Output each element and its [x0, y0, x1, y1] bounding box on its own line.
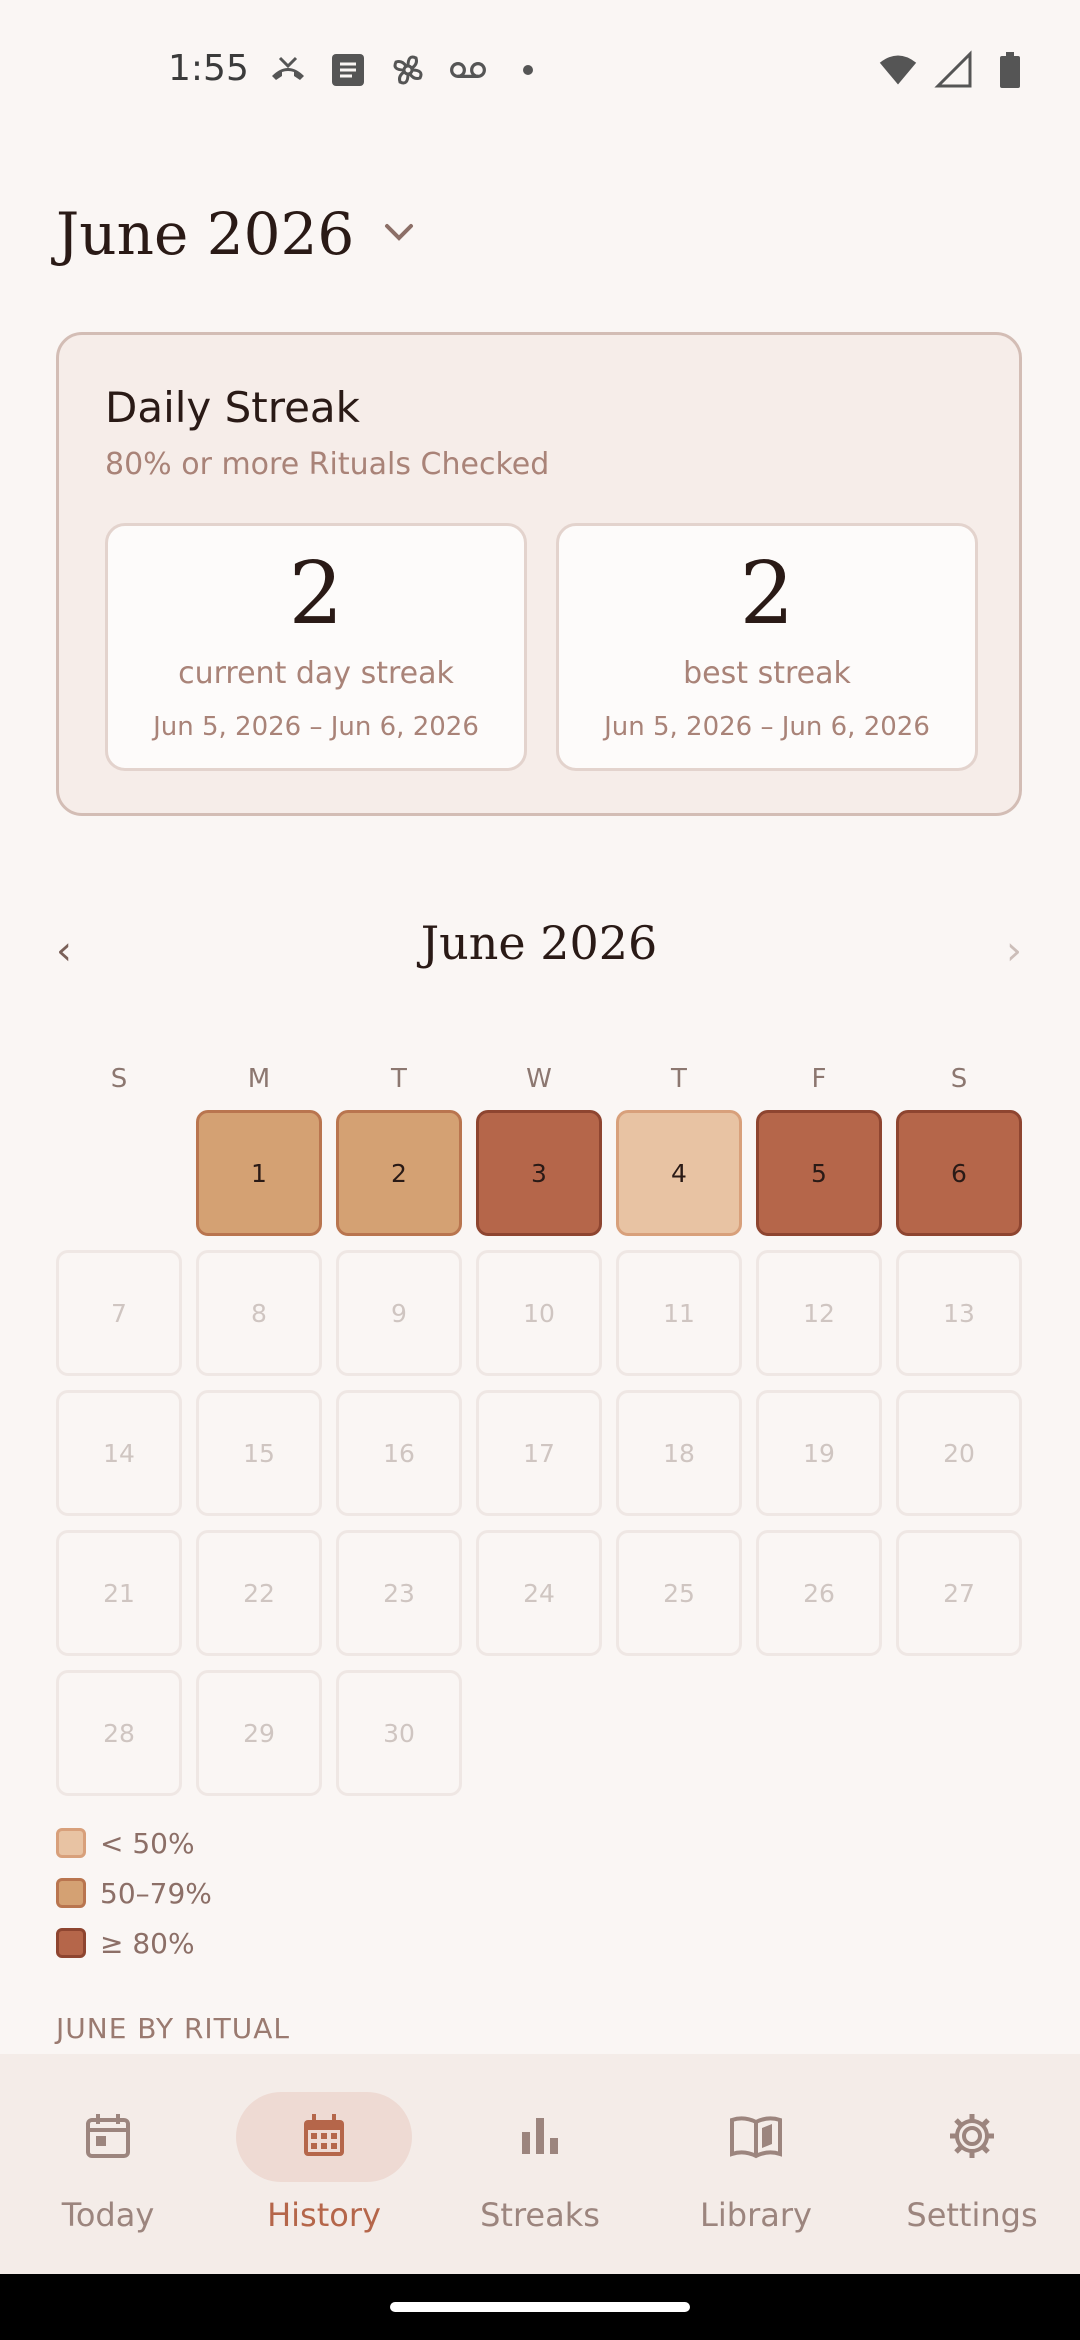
weekday-label: S — [110, 1064, 128, 1094]
nav-label: Library — [700, 2196, 812, 2234]
calendar-nav: ‹ June 2026 › — [56, 910, 1022, 990]
nav-label: Settings — [906, 2196, 1038, 2234]
legend: < 50% 50–79% ≥ 80% — [56, 1818, 212, 1968]
bottom-nav: Today History Streaks Library Settings — [0, 2054, 1080, 2274]
status-bar: 1:55 — [0, 0, 1080, 140]
calendar-day[interactable]: 3 — [476, 1110, 602, 1236]
signal-icon — [934, 50, 974, 90]
legend-item: < 50% — [56, 1818, 212, 1868]
calendar-day[interactable]: 23 — [336, 1530, 462, 1656]
nav-today[interactable]: Today — [0, 2054, 216, 2274]
home-handle[interactable] — [390, 2302, 690, 2312]
calendar-day[interactable]: 25 — [616, 1530, 742, 1656]
book-icon — [648, 2110, 864, 2162]
calendar-day[interactable]: 10 — [476, 1250, 602, 1376]
legend-label: < 50% — [100, 1826, 195, 1860]
calendar-month-icon — [216, 2110, 432, 2162]
best-streak-value: 2 — [739, 544, 795, 644]
streak-title: Daily Streak — [105, 383, 360, 432]
calendar-day[interactable]: 28 — [56, 1670, 182, 1796]
status-time: 1:55 — [168, 48, 249, 89]
month-selector[interactable]: June 2026 — [56, 200, 416, 268]
streak-subtitle: 80% or more Rituals Checked — [105, 447, 550, 482]
weekday-label: M — [247, 1064, 271, 1094]
calendar-day[interactable]: 18 — [616, 1390, 742, 1516]
calendar-day[interactable]: 1 — [196, 1110, 322, 1236]
nav-label: Streaks — [480, 2196, 600, 2234]
weekday-label: S — [950, 1064, 968, 1094]
nav-library[interactable]: Library — [648, 2054, 864, 2274]
calendar-day[interactable]: 16 — [336, 1390, 462, 1516]
nav-history[interactable]: History — [216, 2054, 432, 2274]
legend-swatch — [56, 1878, 86, 1908]
calendar-day[interactable]: 19 — [756, 1390, 882, 1516]
gear-icon — [864, 2110, 1080, 2162]
calendar-day[interactable]: 21 — [56, 1530, 182, 1656]
calendar-day[interactable]: 27 — [896, 1530, 1022, 1656]
calendar-day[interactable]: 13 — [896, 1250, 1022, 1376]
calendar-day[interactable]: 5 — [756, 1110, 882, 1236]
current-streak-label: current day streak — [178, 656, 454, 691]
calendar-day[interactable]: 4 — [616, 1110, 742, 1236]
bar-chart-icon — [432, 2110, 648, 2162]
calendar-day[interactable]: 24 — [476, 1530, 602, 1656]
calendar-day[interactable]: 7 — [56, 1250, 182, 1376]
calendar-day[interactable]: 12 — [756, 1250, 882, 1376]
calendar-day[interactable]: 6 — [896, 1110, 1022, 1236]
battery-icon — [990, 50, 1030, 90]
nav-label: Today — [61, 2196, 155, 2234]
current-streak-range: Jun 5, 2026 – Jun 6, 2026 — [153, 712, 479, 742]
legend-label: ≥ 80% — [100, 1926, 195, 1960]
calendar-day[interactable]: 20 — [896, 1390, 1022, 1516]
calendar-day[interactable]: 15 — [196, 1390, 322, 1516]
calendar-icon — [0, 2110, 216, 2162]
month-title: June 2026 — [56, 200, 355, 268]
weekday-label: F — [811, 1064, 827, 1094]
nav-label: History — [267, 2196, 381, 2234]
streak-card: Daily Streak 80% or more Rituals Checked… — [56, 332, 1022, 816]
current-streak-box: 2 current day streak Jun 5, 2026 – Jun 6… — [105, 523, 527, 771]
current-streak-value: 2 — [288, 544, 344, 644]
gesture-bar — [0, 2274, 1080, 2340]
weekday-label: W — [526, 1064, 552, 1094]
best-streak-range: Jun 5, 2026 – Jun 6, 2026 — [604, 712, 930, 742]
calendar-day[interactable]: 14 — [56, 1390, 182, 1516]
calendar-day[interactable]: 30 — [336, 1670, 462, 1796]
weekday-label: T — [671, 1064, 687, 1094]
calendar-day[interactable]: 8 — [196, 1250, 322, 1376]
calendar-day[interactable]: 17 — [476, 1390, 602, 1516]
calendar-title: June 2026 — [420, 916, 658, 970]
weekday-label: T — [391, 1064, 407, 1094]
best-streak-label: best streak — [683, 656, 851, 691]
calendar-grid: 1 2 3 4 5 6 7 8 9 10 11 12 13 14 15 16 17 18 19 20 21 22 23 24 2… — [56, 1110, 1022, 1800]
status-icons-left — [268, 50, 548, 90]
nav-streaks[interactable]: Streaks — [432, 2054, 648, 2274]
best-streak-box: 2 best streak Jun 5, 2026 – Jun 6, 2026 — [556, 523, 978, 771]
tasks-icon — [328, 50, 368, 90]
legend-swatch — [56, 1928, 86, 1958]
section-label: JUNE BY RITUAL — [56, 2012, 291, 2045]
wifi-icon — [878, 50, 918, 90]
chevron-down-icon — [382, 221, 416, 247]
legend-item: ≥ 80% — [56, 1918, 212, 1968]
nav-settings[interactable]: Settings — [864, 2054, 1080, 2274]
calendar-day[interactable]: 2 — [336, 1110, 462, 1236]
calendar-day[interactable]: 29 — [196, 1670, 322, 1796]
voicemail-icon — [448, 50, 488, 90]
legend-label: 50–79% — [100, 1876, 212, 1910]
missed-call-icon — [268, 50, 308, 90]
calendar-day[interactable]: 26 — [756, 1530, 882, 1656]
legend-swatch — [56, 1828, 86, 1858]
legend-item: 50–79% — [56, 1868, 212, 1918]
calendar-day[interactable]: 9 — [336, 1250, 462, 1376]
status-icons-right — [878, 50, 1030, 90]
dot-icon — [508, 50, 548, 90]
pinwheel-icon — [388, 50, 428, 90]
next-month-button[interactable]: › — [1006, 928, 1022, 974]
calendar-day[interactable]: 11 — [616, 1250, 742, 1376]
calendar-day[interactable]: 22 — [196, 1530, 322, 1656]
